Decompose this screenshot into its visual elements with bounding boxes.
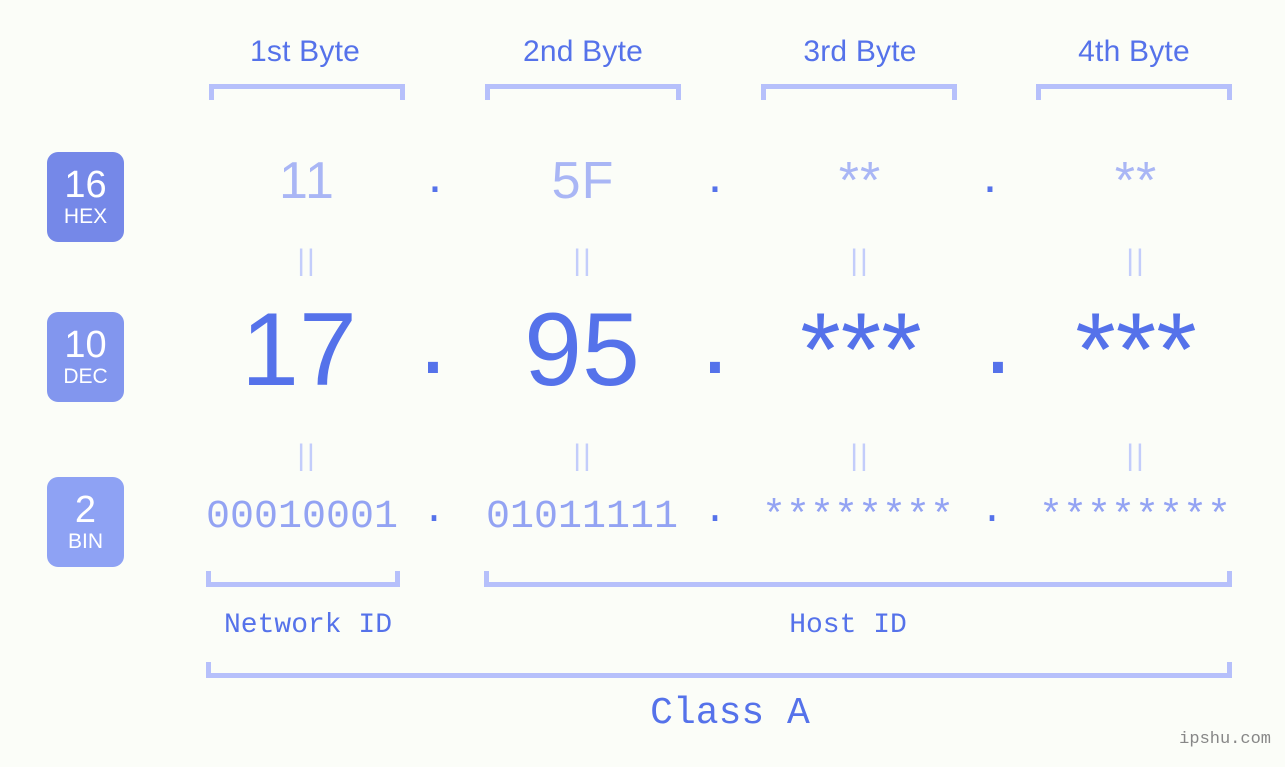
byte-header-1: 1st Byte — [250, 35, 360, 68]
dec-byte-2: 95 — [524, 292, 640, 408]
byte-header-4: 4th Byte — [1078, 35, 1190, 68]
connector-dec-bin-1: || — [297, 439, 317, 472]
ip-address-diagram: 1st Byte 2nd Byte 3rd Byte 4th Byte 16 H… — [0, 0, 1285, 767]
bin-byte-1: 00010001 — [205, 495, 399, 540]
row-badge-dec: 10 DEC — [47, 312, 124, 402]
hex-byte-3: ** — [838, 152, 882, 210]
hex-separator-1: . — [427, 146, 443, 204]
hex-separator-3: . — [982, 146, 998, 204]
host-id-label: Host ID — [789, 610, 907, 641]
row-badge-hex-number: 16 — [64, 164, 107, 206]
dec-byte-4: *** — [1075, 292, 1197, 408]
bin-separator-1: . — [421, 489, 446, 534]
class-label: Class A — [650, 692, 810, 735]
connector-hex-dec-3: || — [850, 244, 870, 277]
dec-separator-1: . — [418, 280, 448, 396]
bin-byte-4: ******** — [1038, 495, 1232, 540]
byte-bracket-4 — [1036, 84, 1232, 100]
bin-separator-2: . — [702, 489, 727, 534]
network-id-label: Network ID — [223, 610, 393, 641]
bin-separator-3: . — [979, 489, 1004, 534]
connector-dec-bin-4: || — [1126, 439, 1146, 472]
hex-separator-2: . — [707, 146, 723, 204]
dec-separator-2: . — [700, 280, 730, 396]
class-bracket — [206, 662, 1232, 678]
connector-hex-dec-2: || — [573, 244, 593, 277]
dec-byte-3: *** — [800, 292, 922, 408]
byte-bracket-3 — [761, 84, 957, 100]
connector-dec-bin-2: || — [573, 439, 593, 472]
bin-byte-3: ******** — [761, 495, 955, 540]
row-badge-bin-label: BIN — [67, 530, 103, 553]
hex-byte-2: 5F — [551, 152, 615, 210]
byte-bracket-2 — [485, 84, 681, 100]
hex-byte-4: ** — [1114, 152, 1158, 210]
byte-header-3: 3rd Byte — [803, 35, 917, 68]
site-watermark: ipshu.com — [1179, 730, 1271, 749]
byte-header-2: 2nd Byte — [522, 35, 644, 68]
row-badge-dec-number: 10 — [64, 324, 107, 366]
connector-hex-dec-4: || — [1126, 244, 1146, 277]
row-badge-bin-number: 2 — [74, 489, 97, 531]
row-badge-hex: 16 HEX — [47, 152, 124, 242]
byte-bracket-1 — [209, 84, 405, 100]
row-badge-bin: 2 BIN — [47, 477, 124, 567]
host-id-bracket — [484, 571, 1232, 587]
bin-byte-2: 01011111 — [485, 495, 679, 540]
row-badge-dec-label: DEC — [63, 365, 108, 388]
dec-separator-3: . — [983, 280, 1013, 396]
dec-byte-1: 17 — [241, 292, 357, 408]
hex-byte-1: 11 — [279, 152, 335, 210]
row-badge-hex-label: HEX — [63, 205, 108, 228]
network-id-bracket — [206, 571, 400, 587]
connector-dec-bin-3: || — [850, 439, 870, 472]
connector-hex-dec-1: || — [297, 244, 317, 277]
